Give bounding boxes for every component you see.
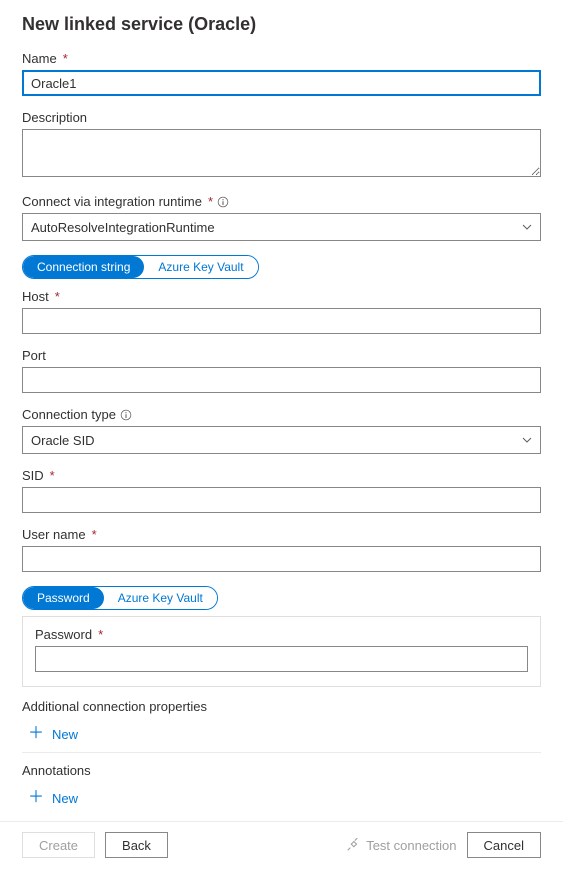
port-input[interactable]	[22, 367, 541, 393]
tab-password[interactable]: Password	[23, 587, 104, 609]
host-input[interactable]	[22, 308, 541, 334]
description-label: Description	[22, 110, 541, 125]
create-button[interactable]: Create	[22, 832, 95, 858]
runtime-label: Connect via integration runtime*	[22, 194, 541, 209]
cancel-button[interactable]: Cancel	[467, 832, 541, 858]
port-label: Port	[22, 348, 541, 363]
password-label: Password*	[35, 627, 528, 642]
annotations-title: Annotations	[22, 763, 541, 778]
password-auth-tabs: Password Azure Key Vault	[22, 586, 218, 610]
info-icon[interactable]	[120, 409, 132, 421]
divider	[22, 752, 541, 753]
additional-props-title: Additional connection properties	[22, 699, 541, 714]
back-button[interactable]: Back	[105, 832, 168, 858]
plug-icon	[346, 838, 360, 852]
plus-icon: ＋	[28, 790, 44, 804]
tab-azure-key-vault[interactable]: Azure Key Vault	[144, 256, 257, 278]
username-input[interactable]	[22, 546, 541, 572]
name-input[interactable]	[22, 70, 541, 96]
connection-type-label: Connection type	[22, 407, 541, 422]
connection-auth-tabs: Connection string Azure Key Vault	[22, 255, 259, 279]
password-box: Password*	[22, 616, 541, 687]
footer: Create Back Test connection Cancel	[0, 821, 563, 872]
host-label: Host*	[22, 289, 541, 304]
page-title: New linked service (Oracle)	[22, 14, 541, 35]
add-connection-property-button[interactable]: ＋ New	[22, 720, 541, 750]
username-label: User name*	[22, 527, 541, 542]
runtime-select[interactable]	[22, 213, 541, 241]
connection-type-select[interactable]	[22, 426, 541, 454]
password-input[interactable]	[35, 646, 528, 672]
description-textarea[interactable]	[22, 129, 541, 177]
sid-input[interactable]	[22, 487, 541, 513]
plus-icon: ＋	[28, 726, 44, 742]
name-label: Name*	[22, 51, 541, 66]
test-connection-button[interactable]: Test connection	[346, 838, 456, 853]
tab-password-akv[interactable]: Azure Key Vault	[104, 587, 217, 609]
tab-connection-string[interactable]: Connection string	[23, 256, 144, 278]
info-icon[interactable]	[217, 196, 229, 208]
add-annotation-button[interactable]: ＋ New	[22, 784, 541, 804]
sid-label: SID*	[22, 468, 541, 483]
